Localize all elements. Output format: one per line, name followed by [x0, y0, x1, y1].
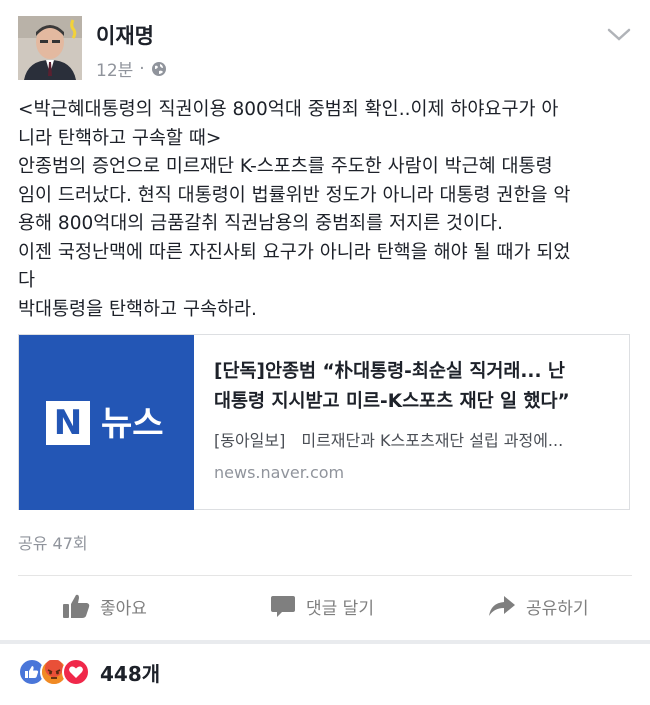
author-avatar[interactable] [18, 16, 82, 80]
link-description: [동아일보] 미르재단과 K스포츠재단 설립 과정에... [214, 431, 564, 450]
post-body-line: 용해 800억대의 금품갈취 직권남용의 중범죄를 저지른 것이다. [18, 213, 503, 234]
link-title-line: 대통령 지시받고 미르-K스포츠 재단 일 했다” [214, 391, 570, 412]
post-time[interactable]: 12분 [96, 56, 133, 81]
reaction-count[interactable]: 448개 [100, 658, 160, 687]
author-name[interactable]: 이재명 [96, 20, 154, 50]
divider [18, 575, 632, 576]
avatar-portrait-image [18, 16, 82, 80]
post-meta: 12분 · [96, 56, 167, 81]
post-body-line: 이젠 국정난맥에 따른 자진사퇴 요구가 아니라 탄핵을 해야 될 때가 되었 [18, 241, 571, 263]
comment-icon [271, 596, 295, 617]
share-label: 공유하기 [526, 598, 589, 619]
post-body: <박근혜대통령의 직권이용 800억대 중범죄 확인..이제 하야요구가 아 니… [18, 96, 636, 324]
reactions-summary[interactable]: 448개 [0, 644, 650, 705]
action-bar: 좋아요 댓글 달기 공유하기 [0, 586, 650, 626]
chevron-down-icon[interactable] [606, 24, 632, 44]
meta-separator: · [139, 58, 145, 79]
post-body-line: 다 [18, 270, 36, 291]
post-body-line: 안종범의 증언으로 미르재단 K-스포츠를 주도한 사람이 박근혜 대통령 [18, 156, 553, 177]
link-domain: news.naver.com [214, 463, 345, 482]
post-body-line: <박근혜대통령의 직권이용 800억대 중범죄 확인..이제 하야요구가 아 [18, 99, 559, 120]
naver-n-logo: N [46, 401, 90, 445]
reaction-icons [18, 658, 98, 686]
like-button[interactable]: 좋아요 [62, 586, 147, 626]
love-reaction-icon [62, 658, 90, 686]
post-body-line: 니라 탄핵하고 구속할 때> [18, 127, 222, 149]
share-count[interactable]: 공유 47회 [18, 530, 88, 554]
naver-news-word: 뉴스 [101, 404, 164, 444]
post-header: 이재명 12분 · [18, 16, 638, 84]
globe-icon [151, 61, 166, 76]
share-arrow-icon [489, 596, 515, 616]
comment-label: 댓글 달기 [306, 598, 374, 619]
post-body-line: 임이 드러났다. 현직 대통령이 법률위반 정도가 아니라 대통령 권한을 악 [18, 184, 571, 206]
link-title: [단독]안종범 “朴대통령-최순실 직거래... 난 대통령 지시받고 미르-K… [214, 357, 614, 417]
thumbs-up-icon [63, 594, 90, 618]
shared-link-card[interactable]: N 뉴스 [단독]안종범 “朴대통령-최순실 직거래... 난 대통령 지시받고… [18, 334, 630, 510]
share-button[interactable]: 공유하기 [488, 586, 589, 626]
like-label: 좋아요 [100, 598, 147, 619]
facebook-post: 이재명 12분 · <박근혜대통령의 직권이용 800억대 중범죄 확인..이제… [0, 0, 650, 652]
link-title-line: [단독]안종범 “朴대통령-최순실 직거래... 난 [214, 361, 565, 382]
post-body-line: 박대통령을 탄핵하고 구속하라. [18, 298, 257, 320]
naver-news-thumbnail: N 뉴스 [19, 335, 194, 510]
comment-button[interactable]: 댓글 달기 [270, 586, 374, 626]
